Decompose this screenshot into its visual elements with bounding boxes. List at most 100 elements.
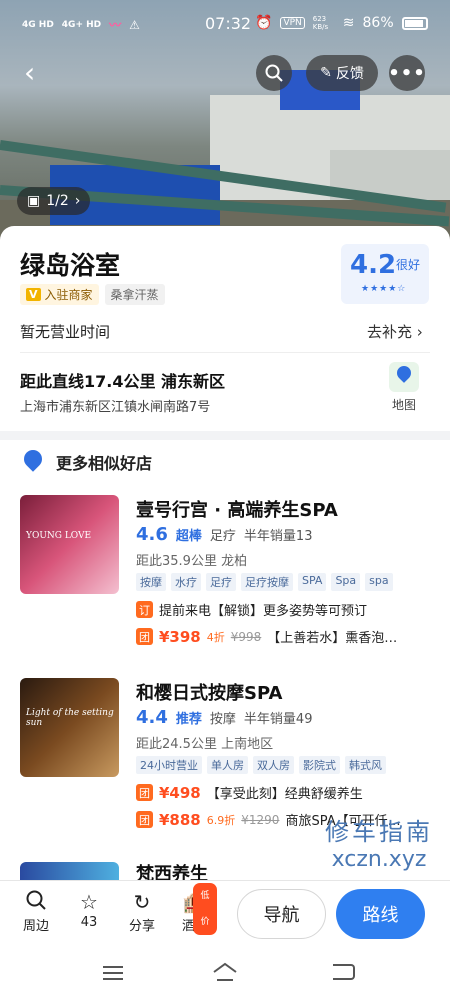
favorite-count: 43: [80, 915, 98, 930]
rating-stars: ★★★★☆: [361, 284, 407, 294]
tag-chip: 韩式风: [345, 756, 386, 774]
hotel-badge: 低价: [193, 883, 217, 935]
shop-rating: 4.4: [136, 707, 168, 728]
deal-original-price: ¥998: [230, 629, 262, 644]
chevron-right-icon: ›: [74, 193, 81, 209]
app-notification-icon: 〰: [109, 18, 122, 32]
favorite-button[interactable]: ☆ 43: [67, 889, 111, 930]
booking-icon: 订: [136, 601, 153, 618]
map-button[interactable]: 地图: [382, 362, 426, 418]
watermark-line-1: 修车指南: [325, 818, 433, 846]
rating-grade: 很好: [396, 258, 421, 272]
deal-row[interactable]: 团 ¥398 4折 ¥998 【上善若水】熏香泡…: [136, 627, 436, 646]
shop-thumbnail: YOUNG LOVE: [20, 495, 119, 594]
group-buy-icon: 团: [136, 628, 153, 645]
tag-chip: 影院式: [299, 756, 340, 774]
shop-tags: 24小时营业 单人房 双人房 影院式 韩式风: [136, 756, 386, 774]
menu-icon[interactable]: [103, 966, 123, 980]
share-button[interactable]: ↻ 分享: [120, 889, 164, 934]
shop-tags: 按摩 水疗 足疗 足疗按摩 SPA Spa spa: [136, 573, 393, 591]
shop-thumbnail: Light of the setting sun: [20, 678, 119, 777]
signal-icon-2: 4G+ HD: [61, 19, 102, 30]
shop-thumbnail: [20, 862, 119, 880]
list-item[interactable]: YOUNG LOVE 壹号行宫 · 高端养生SPA 4.6 超棒 足疗 半年销量…: [0, 480, 450, 665]
shop-distance: 距此35.9公里 龙柏: [136, 554, 248, 569]
status-bar: 4G HD 4G+ HD 〰 ⚠ 07:32 ⏰ VPN 623 KB/s ≋ …: [0, 0, 450, 48]
similar-shops-header: 更多相似好店: [0, 440, 450, 480]
navigate-button[interactable]: 导航: [237, 889, 326, 939]
bottom-toolbar: 周边 ☆ 43 ↻ 分享 🏨 低价 酒店 导航 路线: [0, 880, 450, 948]
route-button[interactable]: 路线: [336, 889, 425, 939]
tag-chip: 单人房: [207, 756, 248, 774]
rating-score: 4.2: [350, 250, 397, 280]
rating-box[interactable]: 4.2 很好 ★★★★☆: [341, 244, 429, 304]
tag-chip: 按摩: [136, 573, 166, 591]
tag-chip: 水疗: [171, 573, 201, 591]
home-icon[interactable]: [212, 962, 238, 982]
verified-icon: V: [26, 288, 41, 301]
deal-discount: 6.9折: [206, 813, 236, 827]
shop-sales: 半年销量49: [243, 712, 313, 727]
wifi-icon: ≋: [342, 15, 355, 31]
watermark: 修车指南 xczn.xyz: [325, 812, 433, 872]
network-speed: 623 KB/s: [312, 15, 329, 31]
place-tags: V 入驻商家 桑拿汗蒸: [20, 284, 165, 305]
place-title: 绿岛浴室: [20, 251, 121, 280]
back-icon[interactable]: ‹: [24, 58, 54, 88]
tag-chip: SPA: [298, 573, 327, 591]
shop-meta: 4.4 推荐 按摩 半年销量49: [136, 707, 312, 728]
map-label: 地图: [391, 398, 416, 412]
share-icon: ↻: [133, 890, 151, 914]
add-hours-link[interactable]: 去补充 ›: [367, 321, 423, 342]
merchant-badge[interactable]: V 入驻商家: [20, 284, 99, 305]
share-label: 分享: [128, 919, 155, 934]
shop-category: 按摩: [209, 712, 236, 727]
system-nav-bar: [0, 948, 450, 1000]
feedback-label: 反馈: [335, 66, 364, 82]
back-nav-icon[interactable]: [333, 964, 355, 980]
photo-counter[interactable]: ▣ 1/2 ›: [17, 187, 91, 215]
deal-original-price: ¥1290: [241, 812, 280, 827]
deal-text: 【上善若水】熏香泡…: [267, 631, 398, 646]
battery-percent: 86%: [362, 15, 394, 31]
image-icon: ▣: [27, 193, 41, 209]
shop-meta: 4.6 超棒 足疗 半年销量13: [136, 524, 312, 545]
feedback-button[interactable]: ✎ 反馈: [306, 55, 378, 91]
more-button[interactable]: •••: [388, 55, 425, 91]
tag-chip: Spa: [331, 573, 361, 591]
shop-grade: 推荐: [175, 712, 202, 727]
shop-name: 壹号行宫 · 高端养生SPA: [136, 500, 338, 521]
shop-rating: 4.6: [136, 524, 168, 545]
search-icon: [14, 889, 58, 915]
tag-chip: 足疗: [206, 573, 236, 591]
deal-text: 提前来电【解锁】更多姿势等可预订: [159, 604, 368, 619]
place-card: 绿岛浴室 V 入驻商家 桑拿汗蒸 4.2 很好 ★★★★☆ 暂无营业时间 去补充…: [0, 226, 450, 431]
location-pin-icon: [20, 446, 46, 472]
group-buy-icon: 团: [136, 784, 153, 801]
alarm-icon: ⏰: [255, 15, 273, 31]
edit-icon: ✎: [320, 65, 332, 81]
search-button[interactable]: [256, 55, 292, 91]
deal-row[interactable]: 团 ¥498 【享受此刻】经典舒缓养生: [136, 783, 436, 802]
deal-price: ¥498: [159, 783, 201, 802]
warning-icon: ⚠: [129, 17, 140, 32]
tag-chip: 24小时营业: [136, 756, 202, 774]
tag-chip: 足疗按摩: [241, 573, 293, 591]
shop-sales: 半年销量13: [243, 529, 313, 544]
hotel-button[interactable]: 🏨 低价 酒店: [173, 883, 217, 935]
nearby-label: 周边: [22, 919, 49, 934]
search-icon: [265, 64, 283, 82]
shop-name: 和樱日式按摩SPA: [136, 683, 283, 704]
photo-count-text: 1/2: [46, 193, 69, 209]
deal-row[interactable]: 订 提前来电【解锁】更多姿势等可预订: [136, 600, 436, 619]
star-icon: ☆: [80, 890, 98, 914]
section-title: 更多相似好店: [56, 454, 153, 473]
nearby-button[interactable]: 周边: [14, 889, 58, 934]
shop-distance: 距此24.5公里 上南地区: [136, 737, 274, 752]
hotel-icon: 🏨 低价: [173, 883, 217, 935]
group-buy-icon: 团: [136, 811, 153, 828]
watermark-line-2: xczn.xyz: [331, 847, 427, 872]
merchant-label: 入驻商家: [44, 288, 93, 302]
tag-chip: spa: [365, 573, 393, 591]
divider: [20, 352, 430, 353]
